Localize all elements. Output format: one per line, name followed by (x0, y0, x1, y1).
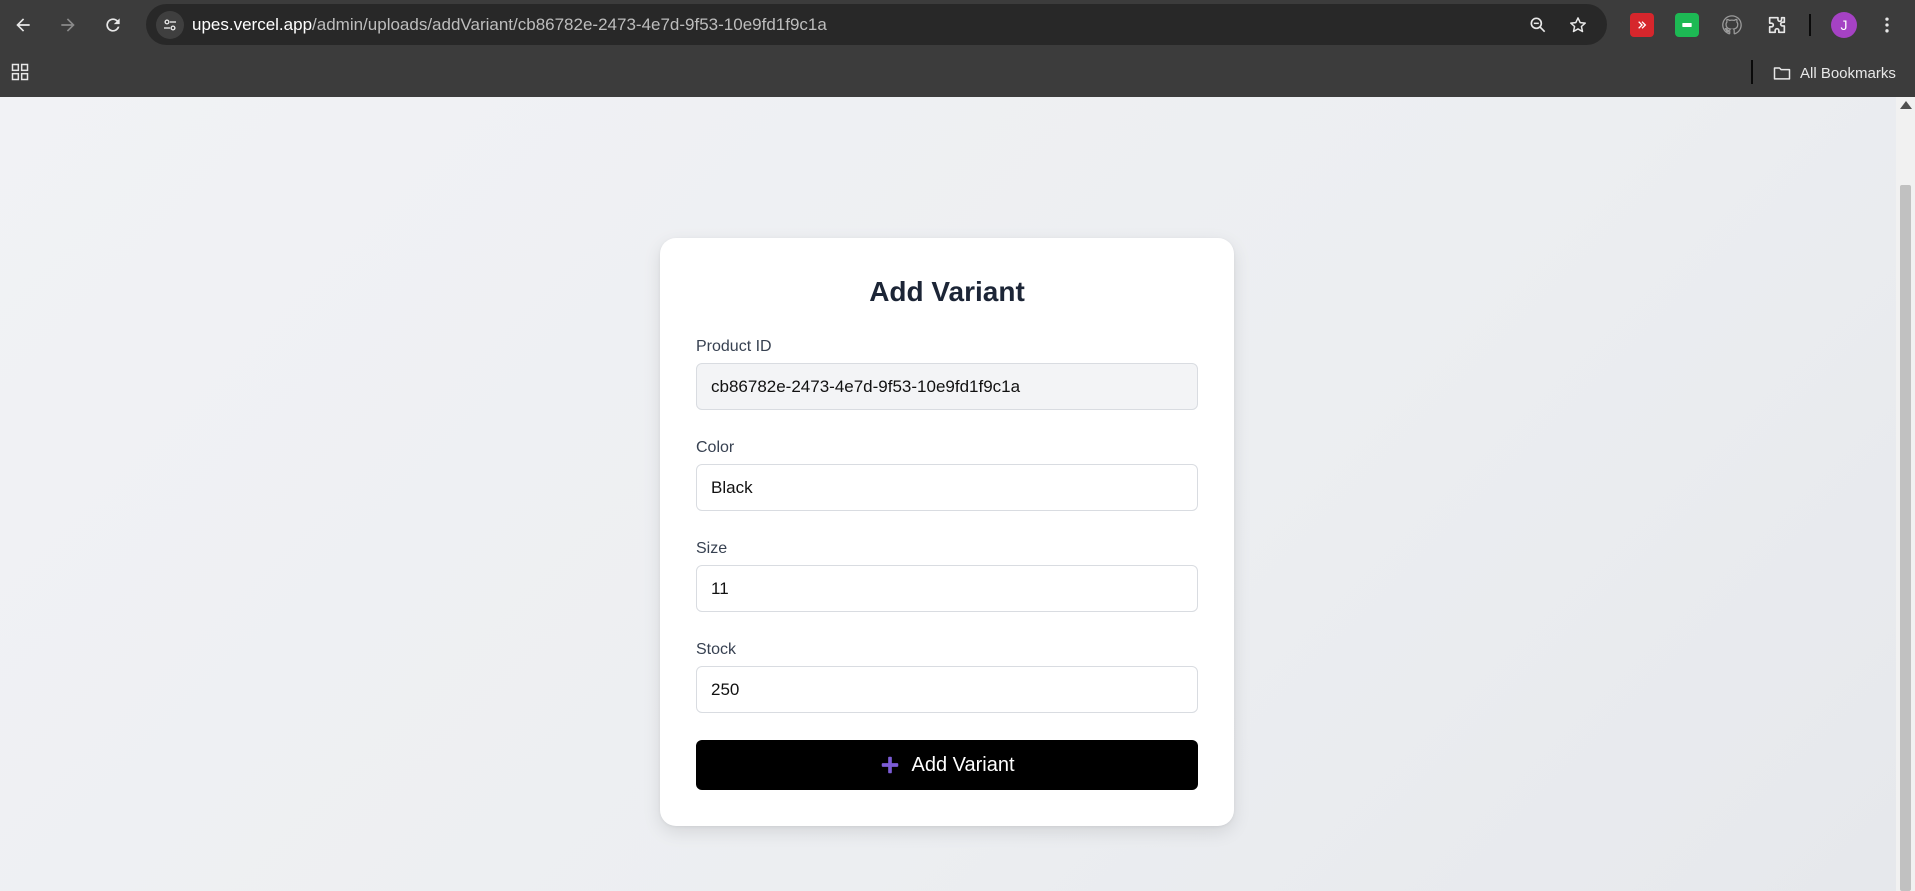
all-bookmarks-button[interactable]: All Bookmarks (1772, 61, 1896, 85)
url-path: /admin/uploads/addVariant/cb86782e-2473-… (312, 15, 827, 34)
color-label: Color (696, 439, 735, 456)
add-variant-card: Add Variant Product ID cb86782e-2473-4e7… (660, 238, 1234, 826)
extensions-puzzle-icon[interactable] (1765, 13, 1789, 37)
folder-icon (1773, 67, 1791, 80)
scroll-up-arrow-icon[interactable] (1900, 101, 1912, 109)
size-input[interactable]: 11 (696, 565, 1198, 612)
url-text[interactable]: upes.vercel.app/admin/uploads/addVariant… (192, 15, 827, 35)
all-bookmarks-label: All Bookmarks (1800, 64, 1896, 82)
red-extension-icon[interactable] (1630, 13, 1654, 37)
vertical-scrollbar[interactable] (1896, 97, 1915, 891)
reload-icon (106, 18, 120, 32)
add-variant-button[interactable]: Add Variant (696, 740, 1198, 790)
bookmarks-divider (1751, 60, 1753, 84)
add-variant-button-label: Add Variant (911, 753, 1015, 776)
url-host: upes.vercel.app (192, 15, 313, 34)
product-id-label: Product ID (696, 338, 772, 355)
address-bar[interactable]: upes.vercel.app/admin/uploads/addVariant… (146, 4, 1607, 45)
product-id-input[interactable]: cb86782e-2473-4e7d-9f53-10e9fd1f9c1a (696, 363, 1198, 410)
forward-button[interactable] (53, 10, 83, 40)
site-settings-icon[interactable] (156, 11, 184, 39)
page-title: Add Variant (869, 276, 1025, 307)
color-input[interactable]: Black (696, 464, 1198, 511)
plus-icon (879, 754, 901, 776)
apps-grid-icon[interactable] (8, 60, 32, 84)
browser-toolbar: upes.vercel.app/admin/uploads/addVariant… (0, 0, 1915, 49)
profile-avatar[interactable]: J (1831, 12, 1857, 38)
scrollbar-thumb[interactable] (1900, 185, 1911, 891)
green-extension-icon[interactable] (1675, 13, 1699, 37)
github-extension-icon[interactable] (1720, 13, 1744, 37)
zoom-icon[interactable] (1527, 14, 1549, 36)
reload-button[interactable] (98, 10, 128, 40)
bookmarks-bar: All Bookmarks (0, 49, 1915, 98)
back-arrow-icon (16, 18, 30, 32)
menu-kebab-icon[interactable] (1875, 13, 1899, 37)
forward-arrow-icon (61, 18, 75, 32)
stock-label: Stock (696, 641, 737, 658)
stock-input[interactable]: 250 (696, 666, 1198, 713)
toolbar-divider (1809, 14, 1811, 36)
bookmark-star-icon[interactable] (1567, 14, 1589, 36)
back-button[interactable] (8, 10, 38, 40)
size-label: Size (696, 540, 728, 557)
